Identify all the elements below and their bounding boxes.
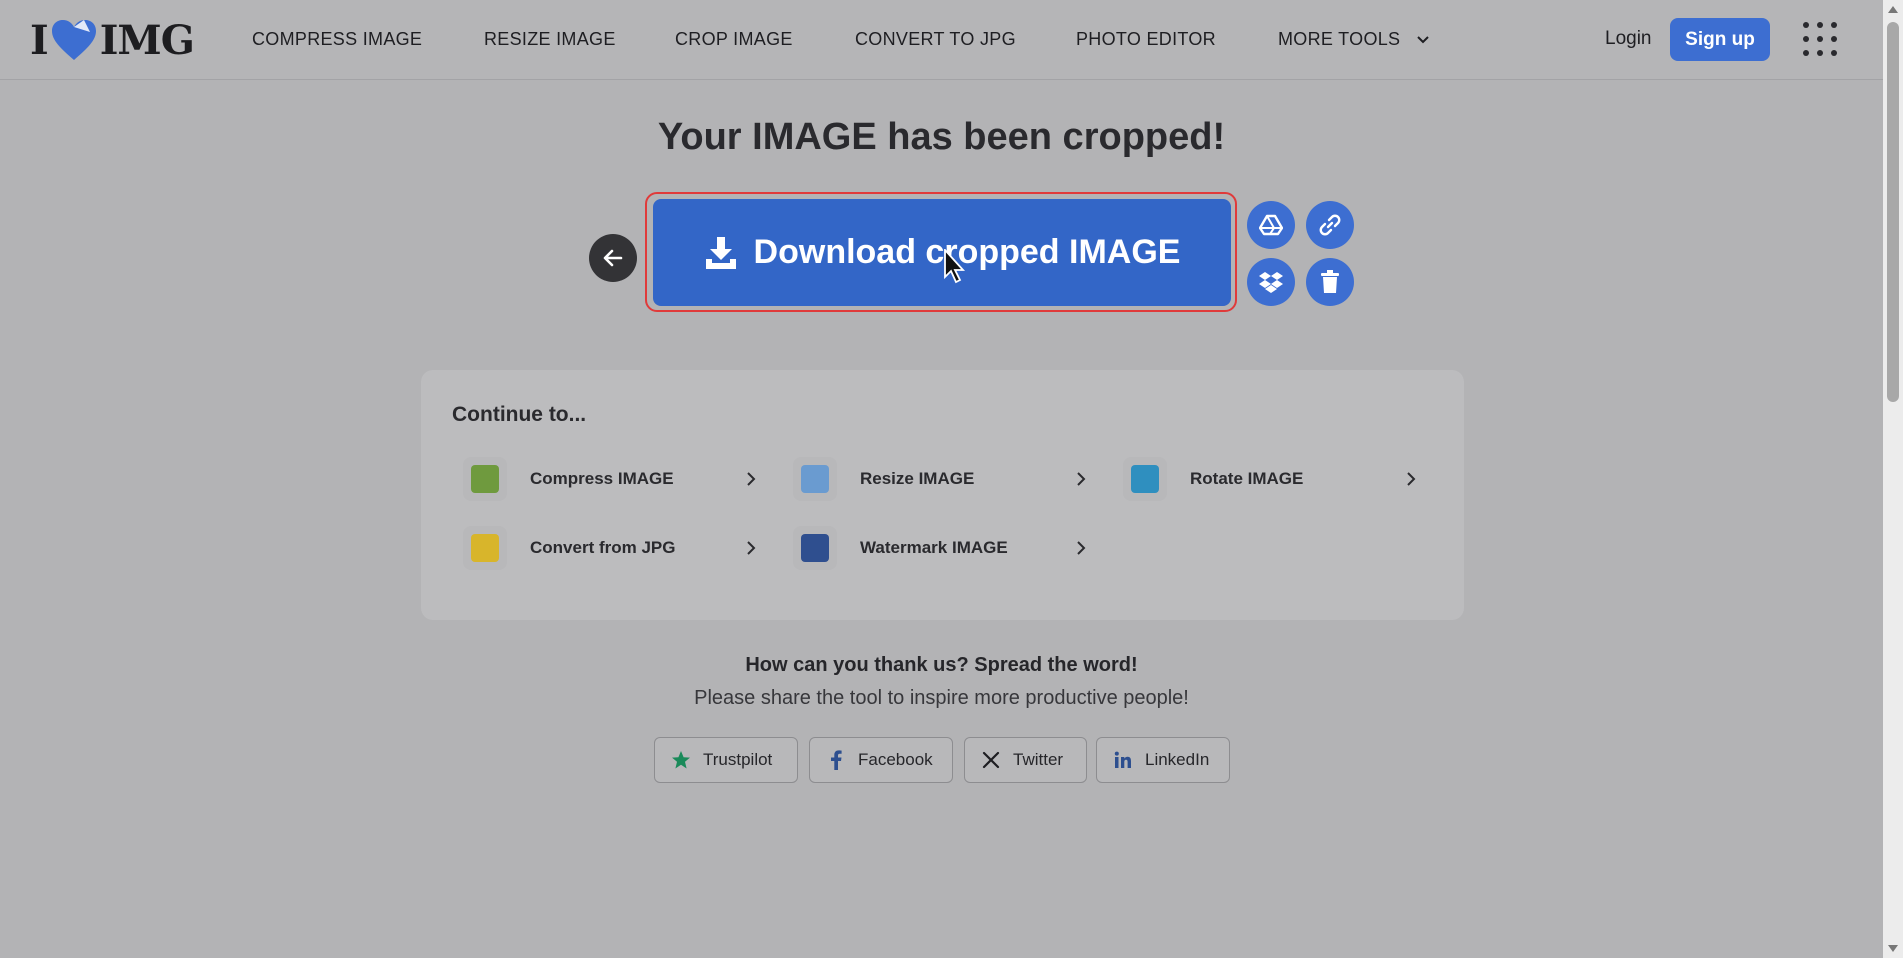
delete-button[interactable] (1306, 258, 1354, 306)
share-twitter-button[interactable]: Twitter (964, 737, 1087, 783)
convert-from-jpg-icon (463, 526, 507, 570)
apps-grid-icon[interactable] (1803, 22, 1837, 56)
tool-label: Resize IMAGE (860, 469, 975, 488)
chevron-right-icon (1407, 472, 1416, 486)
nav-photo-editor[interactable]: PHOTO EDITOR (1076, 29, 1216, 50)
logo-text-left: I (30, 16, 49, 64)
share-twitter-label: Twitter (1013, 750, 1064, 769)
scroll-thumb[interactable] (1887, 22, 1899, 402)
nav-compress-image[interactable]: COMPRESS IMAGE (252, 29, 422, 50)
chevron-right-icon (1077, 472, 1086, 486)
share-linkedin-button[interactable]: LinkedIn (1096, 737, 1230, 783)
chevron-down-icon (1416, 36, 1429, 44)
mouse-cursor-icon (944, 249, 966, 284)
continue-title: Continue to... (452, 403, 587, 426)
header: I IMG COMPRESS IMAGE RESIZE IMAGE CROP I… (0, 0, 1883, 80)
tool-rotate-image[interactable]: Rotate IMAGE (1123, 451, 1433, 507)
watermark-icon (793, 526, 837, 570)
scroll-down-arrow-icon[interactable] (1888, 945, 1898, 952)
tool-label: Compress IMAGE (530, 469, 674, 488)
tool-label: Convert from JPG (530, 538, 676, 557)
login-link[interactable]: Login (1605, 28, 1652, 50)
nav-resize-image[interactable]: RESIZE IMAGE (484, 29, 616, 50)
resize-icon (793, 457, 837, 501)
page-title: Your IMAGE has been cropped! (657, 116, 1226, 158)
link-icon (1319, 214, 1341, 236)
share-facebook-button[interactable]: Facebook (809, 737, 953, 783)
nav-more-tools[interactable]: MORE TOOLS (1278, 29, 1430, 50)
tool-label: Rotate IMAGE (1190, 469, 1304, 488)
download-icon (705, 236, 736, 269)
nav-convert-to-jpg[interactable]: CONVERT TO JPG (855, 29, 1016, 50)
share-trustpilot-label: Trustpilot (703, 750, 773, 769)
scrollbar[interactable] (1883, 0, 1903, 958)
tool-label: Watermark IMAGE (860, 538, 1008, 557)
share-linkedin-label: LinkedIn (1145, 750, 1210, 769)
tool-compress-image[interactable]: Compress IMAGE (463, 451, 773, 507)
compress-icon (463, 457, 507, 501)
tool-convert-from-jpg[interactable]: Convert from JPG (463, 520, 773, 576)
dropbox-icon (1259, 272, 1283, 293)
share-trustpilot-button[interactable]: Trustpilot (654, 737, 798, 783)
heart-icon (51, 20, 96, 60)
chevron-right-icon (747, 541, 756, 555)
chevron-right-icon (747, 472, 756, 486)
x-twitter-icon (981, 750, 1001, 770)
linkedin-icon (1113, 750, 1133, 770)
share-subtext: Please share the tool to inspire more pr… (694, 687, 1189, 709)
download-button[interactable]: Download cropped IMAGE (653, 199, 1231, 306)
google-drive-button[interactable] (1247, 201, 1295, 249)
share-facebook-label: Facebook (858, 750, 933, 769)
copy-link-button[interactable] (1306, 201, 1354, 249)
google-drive-icon (1259, 214, 1283, 236)
share-heading: How can you thank us? Spread the word! (745, 654, 1138, 676)
arrow-left-icon (603, 249, 623, 267)
dropbox-button[interactable] (1247, 258, 1295, 306)
chevron-right-icon (1077, 541, 1086, 555)
trash-icon (1321, 270, 1339, 293)
tool-resize-image[interactable]: Resize IMAGE (793, 451, 1103, 507)
back-button[interactable] (589, 234, 637, 282)
nav-crop-image[interactable]: CROP IMAGE (675, 29, 793, 50)
facebook-icon (826, 750, 846, 770)
logo[interactable]: I IMG (30, 16, 195, 64)
scroll-up-arrow-icon[interactable] (1888, 6, 1898, 13)
logo-text-right: IMG (99, 16, 195, 64)
rotate-icon (1123, 457, 1167, 501)
nav-more-tools-label: MORE TOOLS (1278, 29, 1401, 49)
tool-watermark-image[interactable]: Watermark IMAGE (793, 520, 1103, 576)
star-icon (671, 750, 691, 770)
signup-button[interactable]: Sign up (1670, 18, 1770, 61)
